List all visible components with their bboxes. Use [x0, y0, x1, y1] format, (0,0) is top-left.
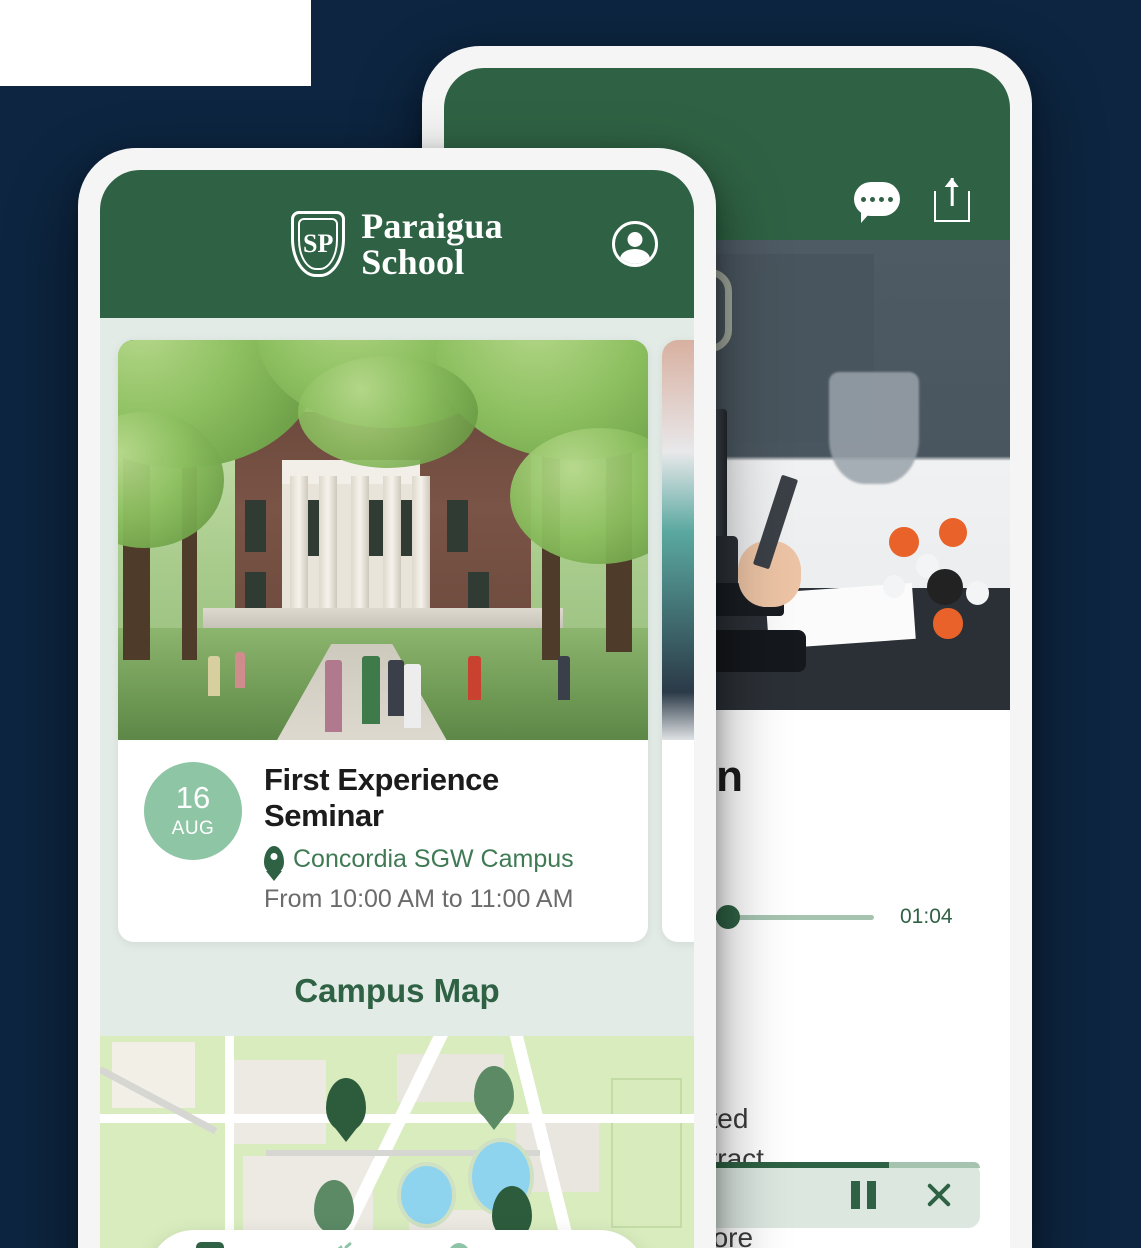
map-pin-1[interactable] [325, 1078, 366, 1132]
event-card-info: 16 AUG First Experience Seminar Concordi… [118, 740, 648, 942]
brand-line-1: Paraigua [361, 206, 503, 246]
event-carousel[interactable]: 16 AUG First Experience Seminar Concordi… [100, 318, 694, 942]
brand-line-2: School [361, 242, 465, 282]
event-date-badge: 16 AUG [144, 762, 242, 860]
audio-time-label: 01:04 [900, 905, 953, 928]
app-logo: SP Paraigua School [291, 208, 503, 280]
location-pin-icon [264, 845, 284, 874]
event-time: From 10:00 AM to 11:00 AM [264, 885, 574, 913]
location-pin-icon [446, 1242, 473, 1248]
phone-front-screen: SP Paraigua School 16 AUG First Experien… [100, 170, 694, 1248]
event-card-next-image [662, 340, 694, 740]
event-location: Concordia SGW Campus [293, 845, 574, 873]
campus-map-title: Campus Map [294, 972, 500, 1009]
school-crest-icon: SP [291, 211, 346, 277]
corner-white-block [0, 0, 311, 86]
event-card-image [118, 340, 648, 740]
front-app-body: 16 AUG First Experience Seminar Concordi… [100, 318, 694, 1248]
megaphone-icon [318, 1241, 352, 1248]
bottom-tabbar: SP Home Journal Map Menu [148, 1230, 646, 1248]
chat-bubble-icon[interactable] [854, 182, 900, 223]
tab-menu[interactable]: Menu [522, 1243, 647, 1248]
account-avatar-icon[interactable] [612, 221, 658, 267]
phone-front: SP Paraigua School 16 AUG First Experien… [78, 148, 716, 1248]
mini-close-icon[interactable] [924, 1180, 954, 1210]
event-day: 16 [175, 780, 211, 815]
tab-journal[interactable]: Journal [273, 1241, 398, 1248]
event-location-row: Concordia SGW Campus [264, 845, 622, 874]
mini-pause-button[interactable] [851, 1181, 876, 1209]
front-app-header: SP Paraigua School [100, 170, 694, 318]
tab-home[interactable]: SP Home [148, 1242, 273, 1248]
audio-progress-thumb[interactable] [716, 905, 741, 929]
event-title: First Experience Seminar [264, 762, 499, 833]
tab-map[interactable]: Map [397, 1242, 522, 1248]
brand-name: Paraigua School [361, 208, 503, 280]
share-icon[interactable] [934, 178, 970, 222]
event-card-next[interactable] [662, 340, 694, 942]
school-crest-icon: SP [196, 1242, 225, 1248]
map-pin-2[interactable] [474, 1066, 515, 1120]
event-month: AUG [171, 818, 215, 839]
campus-map[interactable] [100, 1036, 694, 1248]
event-card[interactable]: 16 AUG First Experience Seminar Concordi… [118, 340, 648, 942]
map-pin-3[interactable] [313, 1180, 354, 1234]
